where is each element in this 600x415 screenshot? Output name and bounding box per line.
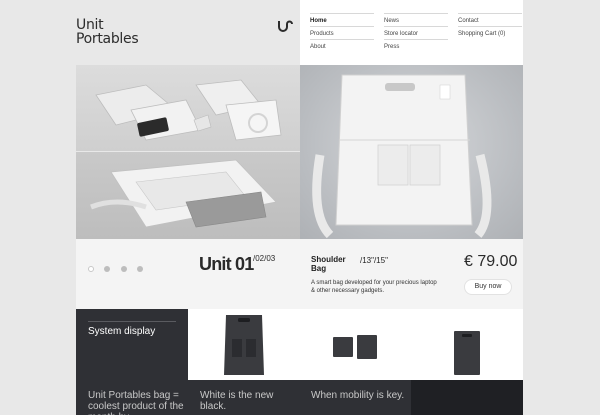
- product-sizes[interactable]: /13"/15": [360, 256, 388, 265]
- logo-line-1: Unit: [76, 17, 104, 33]
- product-price: € 79.00: [464, 253, 518, 270]
- nav-item-news[interactable]: News: [384, 13, 448, 26]
- slider-dot-2[interactable]: [104, 266, 111, 272]
- pouches-illustration: [95, 79, 282, 141]
- system-display-label: System display: [88, 326, 156, 337]
- slider-dot-3[interactable]: [120, 266, 127, 272]
- nav-column-1: Home Products About: [310, 13, 374, 52]
- nav-item-products[interactable]: Products: [310, 26, 374, 39]
- bag-tile-1[interactable]: [188, 309, 300, 380]
- slider-dots: [88, 259, 149, 277]
- page: Unit Portables Home Products About News …: [0, 0, 600, 415]
- news-text-2[interactable]: White is the new black.: [200, 390, 300, 412]
- logo[interactable]: Unit Portables: [76, 18, 300, 46]
- dark-sleeve-thumbnail: [454, 331, 480, 375]
- news-image-block: [411, 380, 523, 415]
- dark-bag-thumbnail: [224, 315, 264, 375]
- tile-divider: [88, 321, 176, 322]
- slider-dot-4[interactable]: [137, 266, 144, 272]
- dark-pouches-thumbnail: [333, 335, 377, 359]
- slider-dot-1[interactable]: [88, 266, 94, 272]
- main-navigation: Home Products About News Store locator P…: [300, 0, 523, 65]
- system-display-tile[interactable]: System display: [76, 309, 188, 380]
- product-info-band: Unit 01 /02/03 Shoulder Bag /13"/15" € 7…: [76, 239, 523, 309]
- nav-item-contact[interactable]: Contact: [458, 13, 522, 26]
- product-description: A smart bag developed for your precious …: [311, 280, 437, 294]
- nav-item-home[interactable]: Home: [310, 13, 374, 26]
- nav-item-about[interactable]: About: [310, 39, 374, 52]
- shoulder-bag-illustration: [312, 74, 492, 239]
- unit-title: Unit 01: [199, 254, 254, 274]
- nav-item-press[interactable]: Press: [384, 39, 448, 52]
- unit-pagination[interactable]: /02/03: [253, 254, 275, 263]
- brand-area: Unit Portables: [76, 18, 300, 64]
- nav-column-3: Contact Shopping Cart (0): [458, 13, 522, 39]
- backpack-photo: [76, 152, 300, 239]
- logo-line-2: Portables: [76, 31, 139, 47]
- nav-column-2: News Store locator Press: [384, 13, 448, 52]
- hero-gallery: [76, 65, 523, 239]
- pouches-photo: [76, 65, 300, 151]
- buy-now-button[interactable]: Buy now: [464, 279, 512, 295]
- bag-tile-3[interactable]: [411, 309, 523, 380]
- nav-item-shopping-cart[interactable]: Shopping Cart (0): [458, 26, 522, 39]
- backpack-illustration: [90, 159, 277, 228]
- news-text-3[interactable]: When mobility is key.: [311, 390, 411, 401]
- shoulder-bag-photo: [300, 65, 523, 239]
- brand-mark-icon: [278, 20, 293, 32]
- product-name: Shoulder Bag: [311, 255, 346, 273]
- bag-tile-2[interactable]: [300, 309, 411, 380]
- news-text-1[interactable]: Unit Portables bag = coolest product of …: [88, 390, 188, 415]
- nav-item-store-locator[interactable]: Store locator: [384, 26, 448, 39]
- news-band: Unit Portables bag = coolest product of …: [76, 380, 523, 415]
